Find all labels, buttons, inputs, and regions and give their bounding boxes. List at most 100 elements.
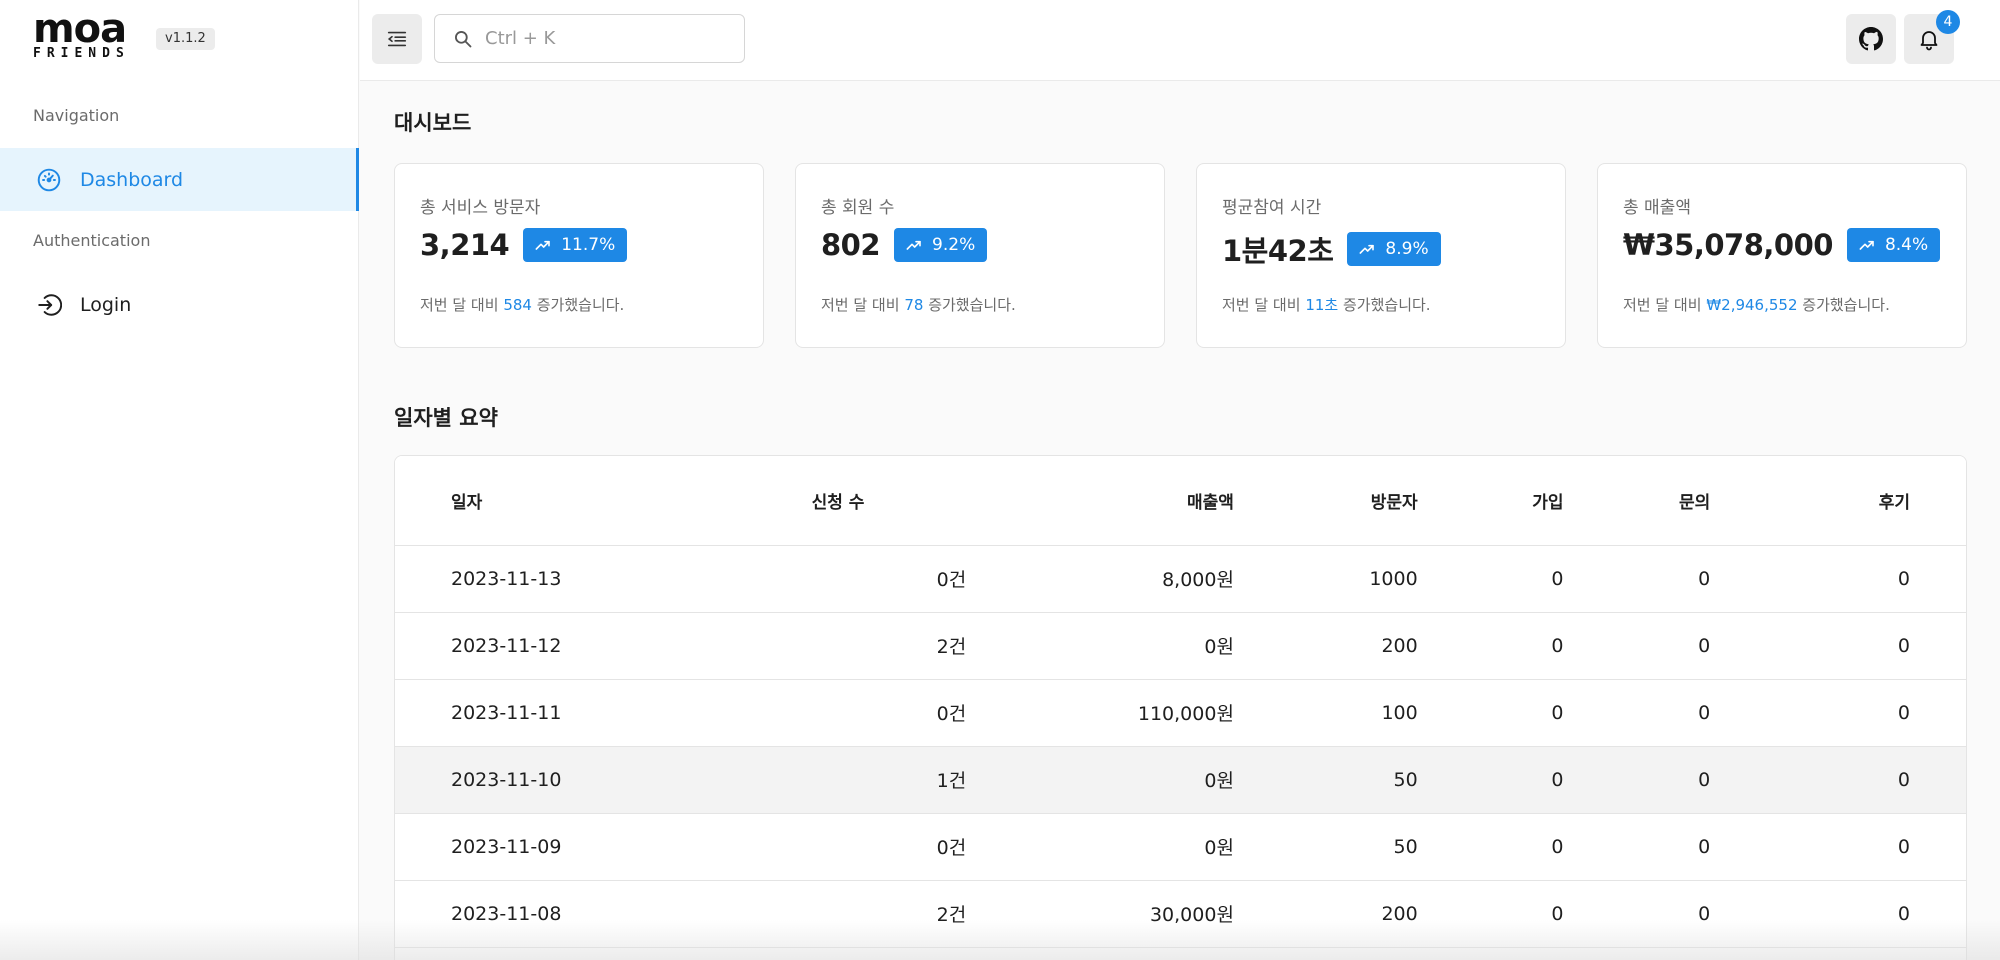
cell-sales: 0원 bbox=[966, 612, 1234, 680]
cell-date: 2023-11-10 bbox=[395, 746, 755, 814]
nav-section-authentication: Authentication bbox=[33, 231, 151, 250]
column-header-visitors[interactable]: 방문자 bbox=[1233, 456, 1418, 546]
stat-card-value: ₩35,078,000 bbox=[1623, 228, 1833, 262]
trend-up-icon bbox=[1859, 240, 1874, 250]
cell-inquiries: 0 bbox=[1563, 679, 1711, 747]
stat-card-visitors: 총 서비스 방문자 3,214 11.7% 저번 달 대비 584 증가했습니다… bbox=[394, 163, 764, 348]
cell-sales: 0원 bbox=[966, 813, 1234, 881]
stat-card-label: 총 서비스 방문자 bbox=[420, 198, 541, 218]
cell-inquiries: 0 bbox=[1563, 880, 1711, 948]
version-badge: v1.1.2 bbox=[156, 28, 215, 50]
logo-subtext: FRIENDS bbox=[33, 46, 130, 61]
change-value: 8.4% bbox=[1884, 235, 1929, 255]
notification-count-badge: 4 bbox=[1936, 10, 1960, 34]
cell-date: 2023-11-12 bbox=[395, 612, 755, 680]
stat-card-label: 총 회원 수 bbox=[821, 198, 895, 218]
change-value: 9.2% bbox=[932, 235, 976, 255]
table-row[interactable]: 2023-11-12 2건 0원 200 0 0 0 bbox=[395, 612, 1966, 680]
cell-reviews: 0 bbox=[1710, 545, 1966, 613]
cell-sales: 8,000원 bbox=[966, 545, 1234, 613]
stat-card-value: 802 bbox=[821, 228, 881, 262]
stat-card-label: 평균참여 시간 bbox=[1222, 198, 1322, 218]
sidebar-item-dashboard[interactable]: Dashboard bbox=[0, 148, 359, 211]
cell-date: 2023-11-13 bbox=[395, 545, 755, 613]
column-header-applications[interactable]: 신청 수 bbox=[754, 456, 967, 546]
stat-card-value: 3,214 bbox=[420, 228, 510, 262]
cell-sales: 30,000원 bbox=[966, 880, 1234, 948]
stat-card-engagement: 평균참여 시간 1분42초 8.9% 저번 달 대비 11초 증가했습니다. bbox=[1196, 163, 1566, 348]
cell-applications: 0건 bbox=[754, 679, 967, 747]
trend-up-icon bbox=[1359, 244, 1375, 254]
cell-inquiries: 0 bbox=[1563, 612, 1711, 680]
sidebar-item-label: Dashboard bbox=[80, 168, 184, 191]
cell-sales: 110,000원 bbox=[966, 679, 1234, 747]
stat-card-note: 저번 달 대비 78 증가했습니다. bbox=[821, 296, 1016, 314]
cell-visitors: 50 bbox=[1233, 746, 1418, 814]
cell-reviews: 0 bbox=[1710, 612, 1966, 680]
search-input[interactable] bbox=[485, 28, 725, 49]
cell-signups: 0 bbox=[1417, 880, 1564, 948]
cell-date: 2023-11-11 bbox=[395, 679, 755, 747]
sidebar: moa FRIENDS v1.1.2 Navigation Dashboard … bbox=[0, 0, 359, 960]
cell-signups: 0 bbox=[1417, 612, 1564, 680]
cell-visitors: 50 bbox=[1233, 813, 1418, 881]
cell-signups: 0 bbox=[1417, 545, 1564, 613]
search-icon bbox=[455, 30, 472, 47]
cell-date: 2023-11-08 bbox=[395, 880, 755, 948]
column-header-inquiries[interactable]: 문의 bbox=[1563, 456, 1711, 546]
stat-card-revenue: 총 매출액 ₩35,078,000 8.4% 저번 달 대비 ₩2,946,55… bbox=[1597, 163, 1967, 348]
table-row[interactable]: 2023-11-11 0건 110,000원 100 0 0 0 bbox=[395, 679, 1966, 747]
notifications-button[interactable]: 4 bbox=[1904, 10, 1960, 64]
cell-applications: 2건 bbox=[754, 880, 967, 948]
cell-reviews: 0 bbox=[1710, 813, 1966, 881]
stat-card-members: 총 회원 수 802 9.2% 저번 달 대비 78 증가했습니다. bbox=[795, 163, 1165, 348]
daily-summary-table: 일자 신청 수 매출액 방문자 가입 문의 후기 2023-11-13 0건 8… bbox=[394, 455, 1967, 960]
stat-card-label: 총 매출액 bbox=[1623, 198, 1691, 218]
stat-card-note: 저번 달 대비 584 증가했습니다. bbox=[420, 296, 625, 314]
cell-visitors: 100 bbox=[1233, 679, 1418, 747]
stat-card-note: 저번 달 대비 11초 증가했습니다. bbox=[1222, 296, 1431, 314]
dashboard-title: 대시보드 bbox=[394, 111, 472, 135]
dashboard-icon bbox=[37, 168, 61, 191]
logo[interactable]: moa FRIENDS bbox=[33, 9, 147, 61]
github-button[interactable] bbox=[1846, 14, 1896, 64]
menu-toggle-button[interactable] bbox=[372, 14, 422, 64]
github-icon bbox=[1859, 27, 1883, 51]
cell-visitors: 1000 bbox=[1233, 545, 1418, 613]
topbar: 4 bbox=[360, 0, 2000, 81]
bell-icon bbox=[1920, 31, 1938, 51]
cell-sales: 0원 bbox=[966, 746, 1234, 814]
cell-applications: 0건 bbox=[754, 545, 967, 613]
column-header-signups[interactable]: 가입 bbox=[1417, 456, 1564, 546]
cell-applications: 1건 bbox=[754, 746, 967, 814]
change-badge: 11.7% bbox=[523, 228, 628, 262]
cell-applications: 0건 bbox=[754, 813, 967, 881]
cell-applications: 2건 bbox=[754, 612, 967, 680]
cell-signups: 0 bbox=[1417, 813, 1564, 881]
table-row[interactable]: 2023-11-09 0건 0원 50 0 0 0 bbox=[395, 813, 1966, 881]
table-row[interactable]: 2023-11-13 0건 8,000원 1000 0 0 0 bbox=[395, 545, 1966, 613]
table-row[interactable]: 2023-11-10 1건 0원 50 0 0 0 bbox=[395, 746, 1966, 814]
search-box[interactable] bbox=[434, 14, 745, 63]
daily-summary-title: 일자별 요약 bbox=[394, 406, 498, 430]
cell-reviews: 0 bbox=[1710, 746, 1966, 814]
stat-card-note: 저번 달 대비 ₩2,946,552 증가했습니다. bbox=[1623, 296, 1890, 314]
sidebar-item-login[interactable]: Login bbox=[0, 273, 359, 336]
cell-visitors: 200 bbox=[1233, 612, 1418, 680]
login-icon bbox=[38, 293, 62, 316]
cell-inquiries: 0 bbox=[1563, 813, 1711, 881]
table-row[interactable]: 2023-11-08 2건 30,000원 200 0 0 0 bbox=[395, 880, 1966, 948]
column-header-reviews[interactable]: 후기 bbox=[1710, 456, 1966, 546]
trend-up-icon bbox=[906, 240, 921, 250]
change-badge: 9.2% bbox=[894, 228, 988, 262]
nav-section-navigation: Navigation bbox=[33, 106, 120, 125]
column-header-date[interactable]: 일자 bbox=[395, 456, 755, 546]
change-badge: 8.9% bbox=[1347, 232, 1441, 266]
cell-inquiries: 0 bbox=[1563, 545, 1711, 613]
cell-visitors: 200 bbox=[1233, 880, 1418, 948]
cell-date: 2023-11-09 bbox=[395, 813, 755, 881]
column-header-sales[interactable]: 매출액 bbox=[966, 456, 1234, 546]
table-header-row: 일자 신청 수 매출액 방문자 가입 문의 후기 bbox=[395, 456, 1966, 546]
sidebar-item-label: Login bbox=[80, 293, 132, 316]
cell-inquiries: 0 bbox=[1563, 746, 1711, 814]
